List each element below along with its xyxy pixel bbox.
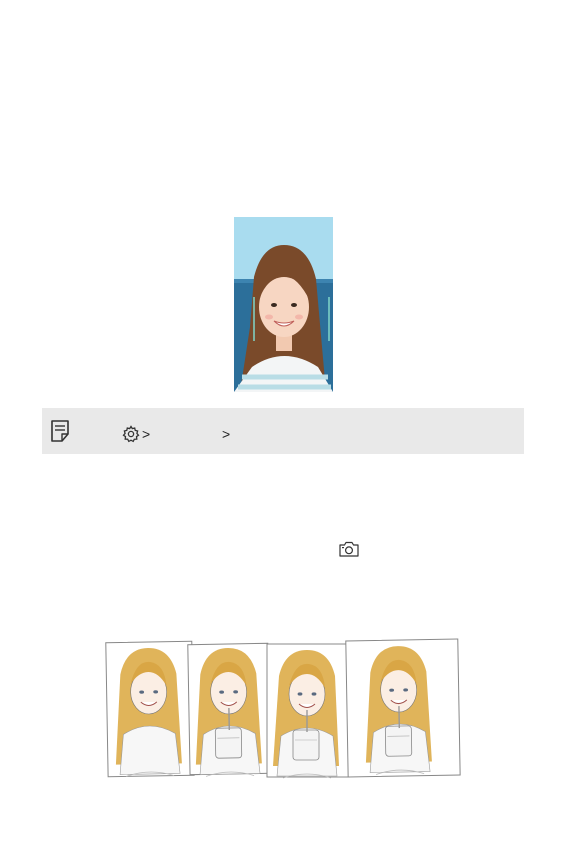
- burst-photo-3: [266, 643, 350, 779]
- note-box: > >: [42, 408, 524, 454]
- burst-photo-2: [187, 642, 271, 778]
- burst-shot-illustration: [105, 637, 463, 782]
- portrait-svg: [234, 217, 333, 392]
- face-recognition-illustration: [234, 217, 333, 392]
- burst-photo-1: [105, 640, 195, 778]
- path-separator: >: [222, 426, 231, 442]
- burst-photo-4: [345, 638, 461, 778]
- camera-icon: [339, 541, 359, 557]
- note-icon: [51, 420, 69, 442]
- burst-sequence-svg: [105, 638, 461, 779]
- gear-icon: [122, 425, 140, 443]
- path-separator: >: [142, 426, 151, 442]
